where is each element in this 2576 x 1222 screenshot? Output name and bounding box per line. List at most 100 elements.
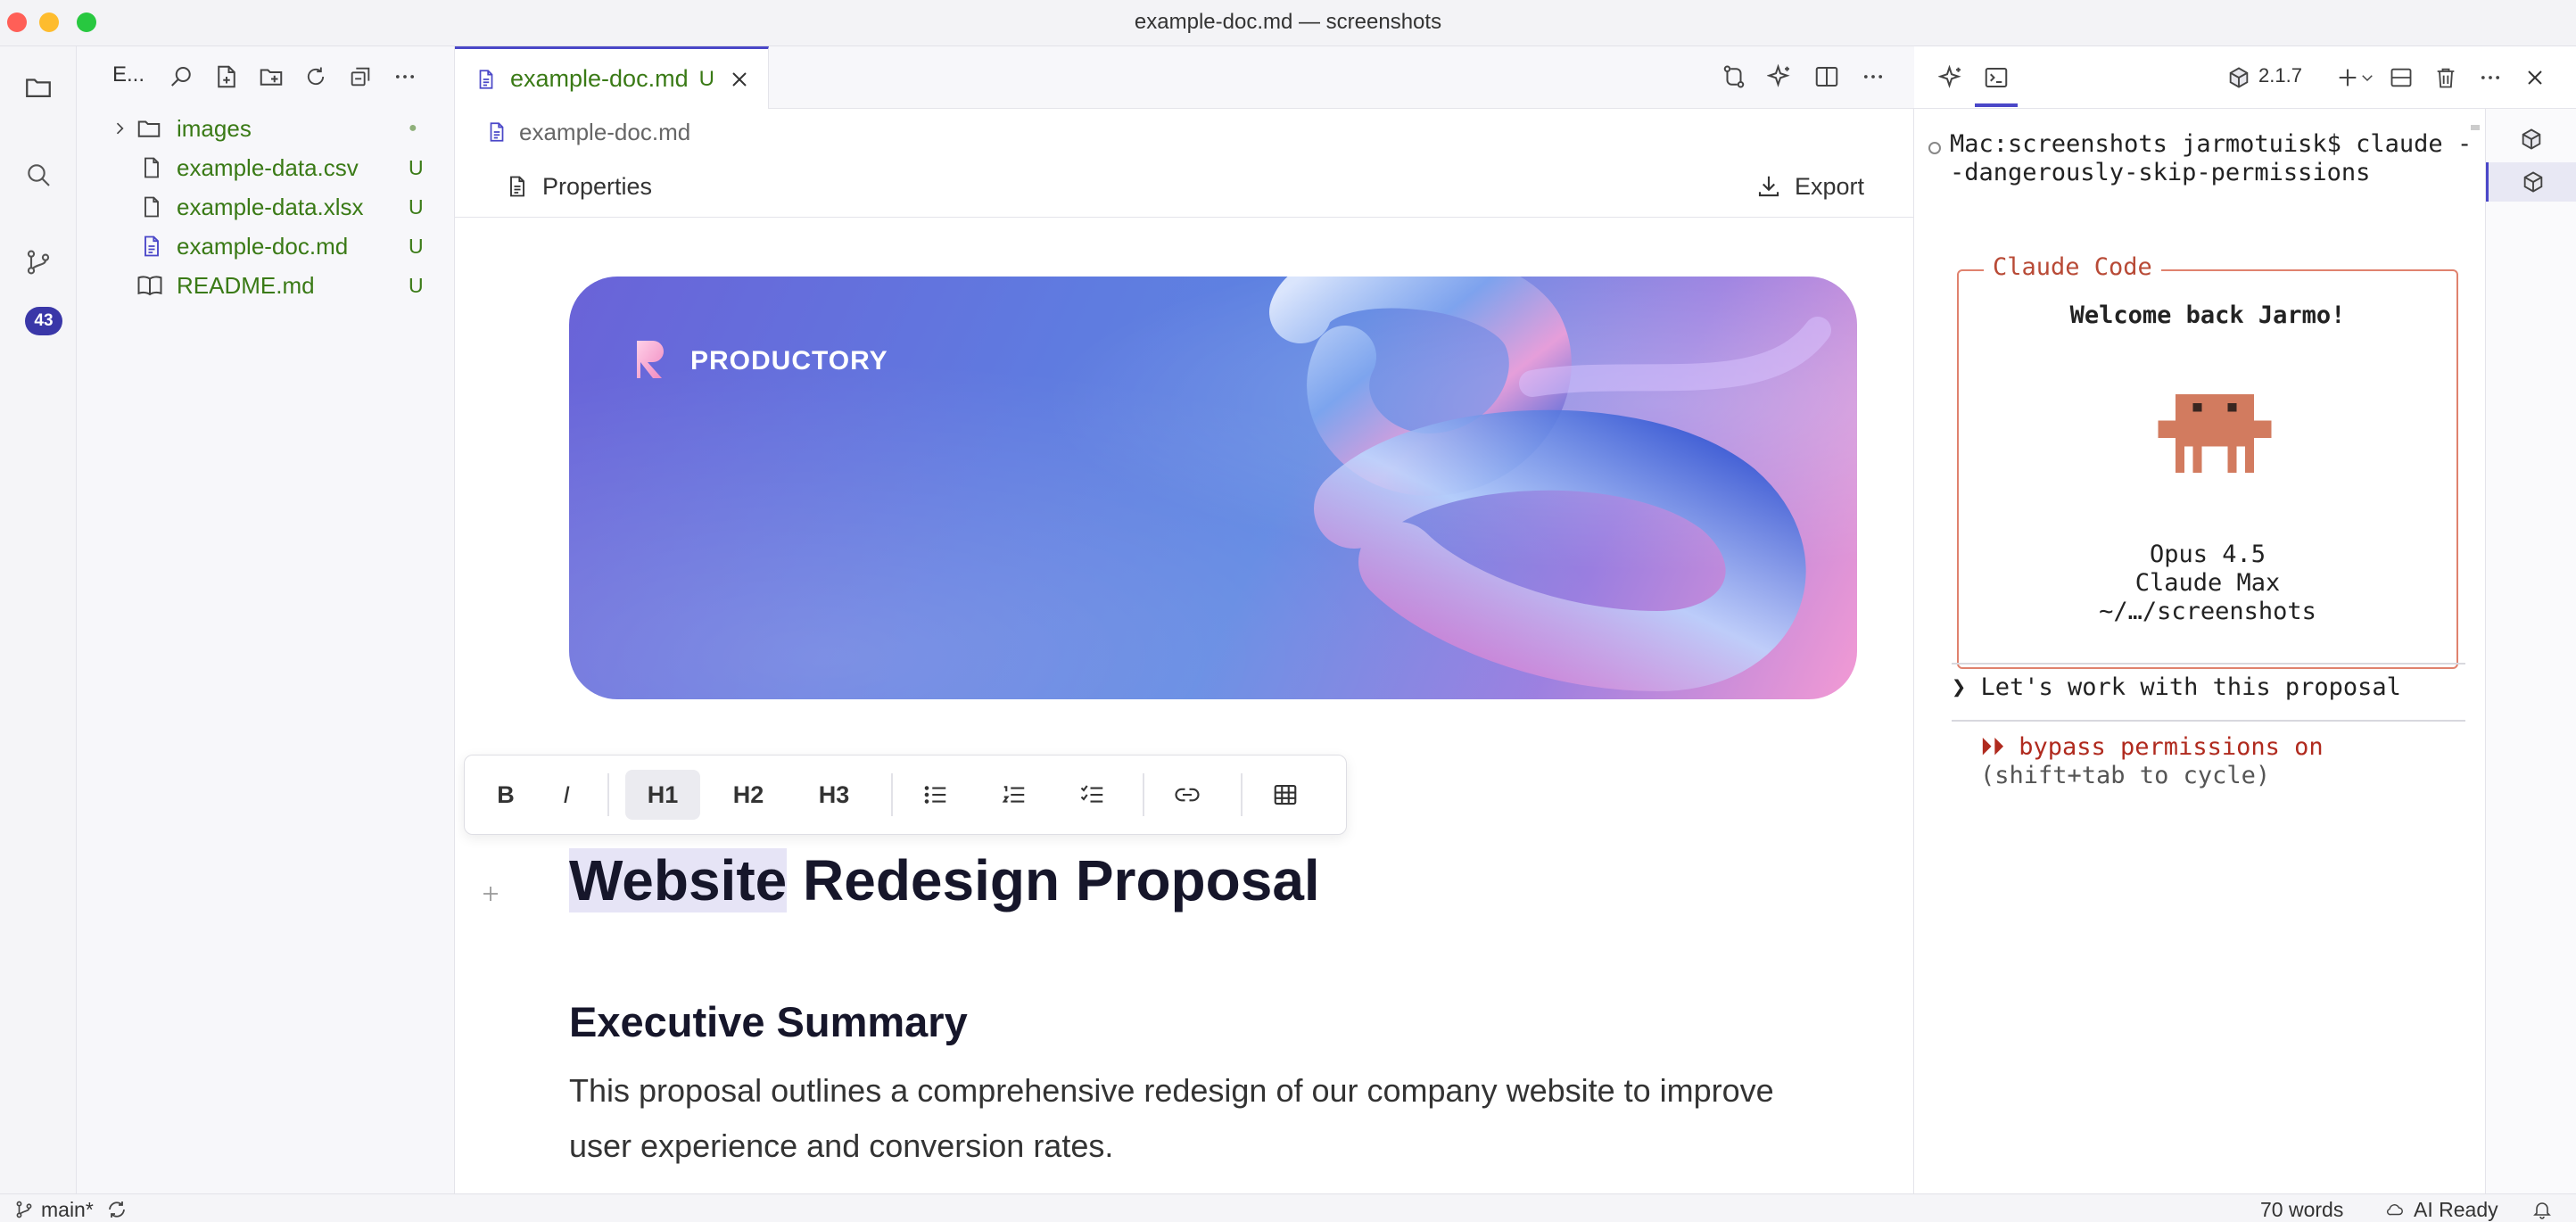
chevron-down-icon[interactable] bbox=[2357, 60, 2378, 95]
cwd-label: ~/…/screenshots bbox=[2099, 598, 2316, 625]
tree-file-example-data-xlsx[interactable]: example-data.xlsx U bbox=[77, 187, 455, 227]
terminal-icon[interactable] bbox=[1978, 60, 2014, 95]
split-panel-icon[interactable] bbox=[2383, 60, 2419, 95]
untracked-badge: U bbox=[409, 273, 424, 297]
more-icon[interactable] bbox=[2473, 60, 2508, 95]
cloud-icon bbox=[2386, 1204, 2403, 1216]
paragraph[interactable]: This proposal outlines a comprehensive r… bbox=[569, 1063, 1836, 1174]
terminal-instance-item[interactable] bbox=[2486, 120, 2576, 159]
trash-icon[interactable] bbox=[2428, 60, 2464, 95]
bullet-list-icon[interactable] bbox=[911, 770, 961, 820]
title-rest: Redesign Proposal bbox=[787, 848, 1320, 912]
terminal-output[interactable]: Mac:screenshots jarmotuisk$ claude --dan… bbox=[1914, 109, 2485, 1193]
source-control-icon[interactable] bbox=[19, 243, 58, 282]
side-panel: 2.1.7 Mac:screenshots jarmotuisk$ claude… bbox=[1914, 46, 2576, 1193]
tree-file-example-doc-md[interactable]: example-doc.md U bbox=[77, 227, 455, 266]
claude-mascot-icon bbox=[2157, 394, 2273, 473]
heading3-button[interactable]: H3 bbox=[797, 770, 871, 820]
breadcrumb[interactable]: example-doc.md bbox=[485, 112, 690, 152]
tree-item-label: example-data.xlsx bbox=[177, 193, 364, 220]
section-heading[interactable]: Executive Summary bbox=[569, 997, 968, 1046]
tree-item-label: images bbox=[177, 114, 252, 142]
tab-status: U bbox=[698, 66, 714, 91]
table-icon[interactable] bbox=[1260, 770, 1310, 820]
checklist-icon[interactable] bbox=[1068, 770, 1118, 820]
branch-name: main* bbox=[41, 1197, 94, 1221]
tree-folder-images[interactable]: images ● bbox=[77, 109, 455, 148]
files-icon[interactable] bbox=[19, 68, 58, 107]
markdown-file-icon bbox=[475, 66, 498, 93]
new-file-icon[interactable] bbox=[211, 61, 243, 93]
activity-bar: 43 bbox=[0, 46, 77, 1193]
sync-icon[interactable] bbox=[106, 1199, 128, 1220]
export-button[interactable]: Export bbox=[1755, 164, 1864, 209]
tab-example-doc-md[interactable]: example-doc.md U bbox=[455, 46, 769, 109]
ai-sparkle-icon[interactable] bbox=[1934, 60, 1969, 95]
more-icon[interactable] bbox=[1855, 59, 1891, 95]
italic-button[interactable]: I bbox=[545, 770, 588, 820]
editor-tabs: example-doc.md U bbox=[455, 46, 1914, 109]
properties-bar: Properties Export bbox=[455, 155, 1914, 218]
git-branch-icon bbox=[16, 1201, 32, 1218]
bold-button[interactable]: B bbox=[484, 770, 527, 820]
banner-image: PRODUCTORY bbox=[569, 277, 1857, 699]
close-icon[interactable] bbox=[2517, 60, 2553, 95]
properties-button[interactable]: Properties bbox=[505, 164, 652, 209]
search-icon[interactable] bbox=[19, 155, 58, 194]
source-control-badge: 43 bbox=[25, 307, 62, 335]
numbered-list-icon[interactable] bbox=[989, 770, 1039, 820]
brand-name: PRODUCTORY bbox=[690, 346, 888, 376]
ai-status[interactable]: AI Ready bbox=[2383, 1197, 2498, 1222]
breadcrumb-label: example-doc.md bbox=[519, 118, 691, 145]
explorer-title: E... bbox=[112, 62, 145, 87]
tab-label: example-doc.md bbox=[510, 65, 689, 92]
cycle-hint: (shift+tab to cycle) bbox=[1980, 762, 2271, 789]
prompt-input[interactable]: ❯ Let's work with this proposal bbox=[1952, 673, 2401, 701]
ai-status-label: AI Ready bbox=[2414, 1197, 2498, 1221]
refresh-icon[interactable] bbox=[300, 61, 332, 93]
bell-icon[interactable] bbox=[2531, 1197, 2553, 1222]
document-icon bbox=[505, 173, 530, 200]
tree-file-readme-md[interactable]: README.md U bbox=[77, 266, 455, 305]
close-icon[interactable] bbox=[729, 69, 750, 90]
split-editor-icon[interactable] bbox=[1809, 59, 1845, 95]
panel-tabs: 2.1.7 bbox=[1914, 46, 2576, 109]
terminal-prompt: Mac:screenshots jarmotuisk$ claude --dan… bbox=[1950, 130, 2473, 186]
book-icon bbox=[136, 272, 164, 299]
tree-item-label: example-data.csv bbox=[177, 153, 359, 181]
document-title[interactable]: Website Redesign Proposal bbox=[569, 847, 1320, 913]
explorer-header: E... bbox=[77, 46, 455, 107]
link-icon[interactable] bbox=[1162, 770, 1212, 820]
new-folder-icon[interactable] bbox=[255, 61, 287, 93]
ai-sparkle-icon[interactable] bbox=[1763, 59, 1798, 95]
markdown-file-icon bbox=[485, 119, 508, 145]
untracked-badge: U bbox=[409, 194, 424, 219]
search-icon[interactable] bbox=[166, 61, 198, 93]
terminal-scrollbar[interactable] bbox=[2471, 125, 2480, 130]
claude-code-box: Claude Code Welcome back Jarmo! Opus 4.5… bbox=[1957, 253, 2458, 669]
terminal-instance-item-active[interactable] bbox=[2486, 162, 2576, 202]
chevron-right-icon[interactable] bbox=[111, 120, 128, 137]
branch-indicator[interactable]: main* bbox=[14, 1197, 128, 1222]
heading2-button[interactable]: H2 bbox=[711, 770, 786, 820]
untracked-badge: U bbox=[409, 234, 424, 258]
markdown-file-icon bbox=[139, 233, 164, 260]
more-icon[interactable] bbox=[389, 61, 421, 93]
tree-file-example-data-csv[interactable]: example-data.csv U bbox=[77, 148, 455, 187]
model-label: Opus 4.5 bbox=[2149, 541, 2266, 568]
collapse-all-icon[interactable] bbox=[344, 61, 376, 93]
title-bar: example-doc.md — screenshots bbox=[0, 0, 2576, 46]
heading1-button[interactable]: H1 bbox=[625, 770, 700, 820]
file-icon bbox=[139, 154, 164, 181]
folder-icon bbox=[136, 115, 162, 142]
export-label: Export bbox=[1794, 172, 1864, 200]
glass-shape-graphic bbox=[1269, 277, 1831, 692]
tree-item-label: example-doc.md bbox=[177, 232, 349, 260]
format-toolbar: B I H1 H2 H3 bbox=[464, 755, 1347, 835]
add-block-icon[interactable] bbox=[473, 876, 508, 912]
version-label: 2.1.7 bbox=[2258, 64, 2302, 87]
status-bar: main* 70 words AI Ready bbox=[0, 1193, 2576, 1222]
selected-word: Website bbox=[569, 848, 788, 912]
compare-changes-icon[interactable] bbox=[1716, 59, 1752, 95]
editor-area: example-doc.md U example-doc.md Properti… bbox=[455, 46, 1914, 1193]
